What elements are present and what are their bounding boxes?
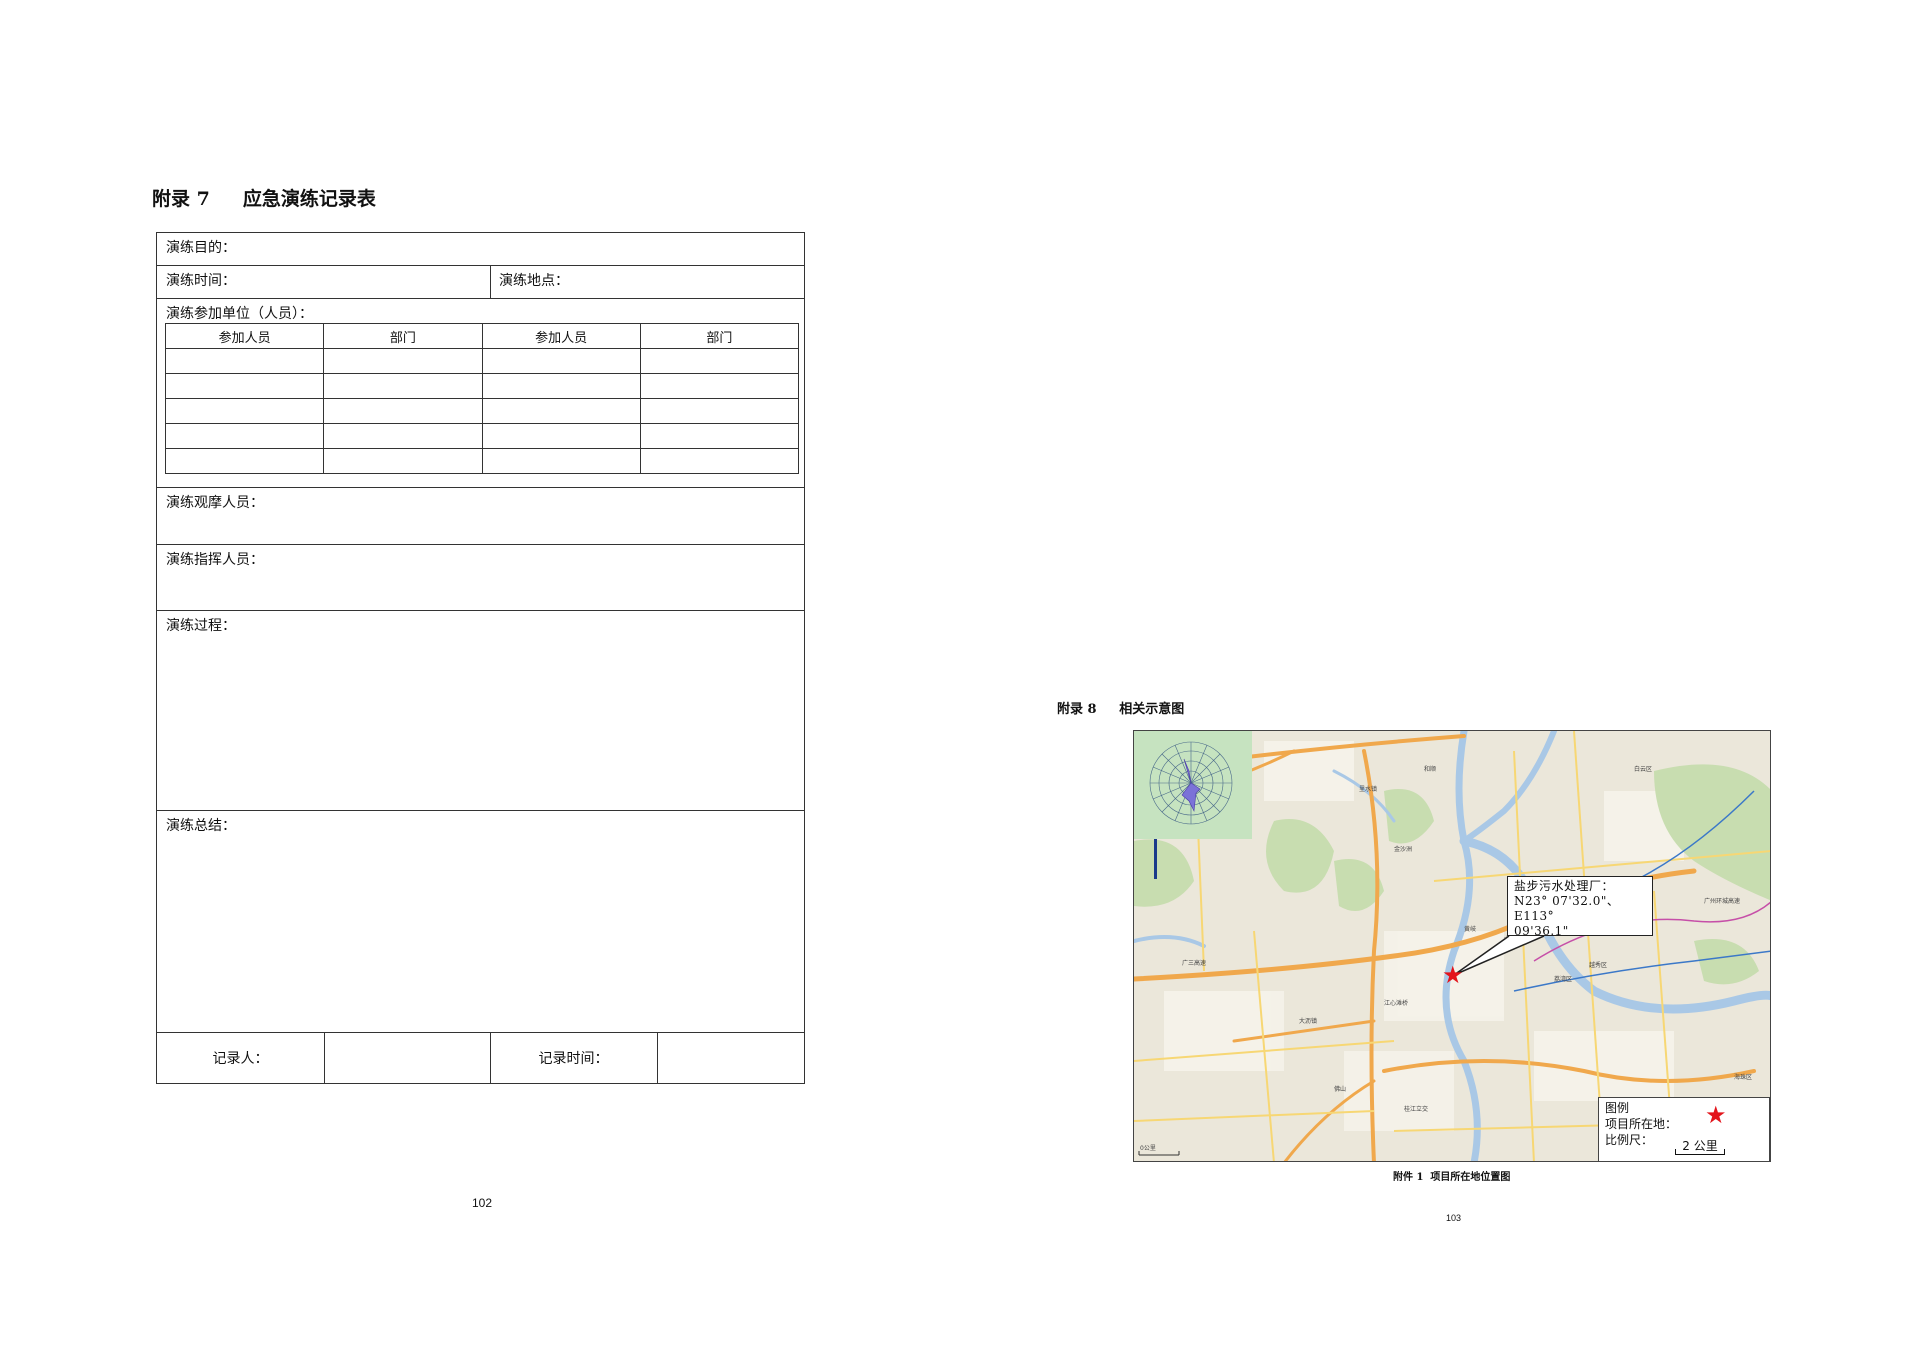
record-footer-row: 记录人： 记录时间： <box>157 1033 804 1083</box>
process-row: 演练过程： <box>157 611 804 811</box>
record-time-label: 记录时间： <box>538 1051 609 1067</box>
location-map: 广三高速 大沥镇 江心滩桥 佛山 桂江立交 荔湾区 越秀区 海珠区 白云区 大坦… <box>1133 730 1771 1162</box>
svg-text:海珠区: 海珠区 <box>1734 1073 1752 1081</box>
svg-text:越秀区: 越秀区 <box>1589 961 1607 969</box>
observers-label: 演练观摩人员： <box>166 495 264 511</box>
svg-text:荔湾区: 荔湾区 <box>1554 975 1572 983</box>
svg-text:广州环城高速: 广州环城高速 <box>1704 897 1740 905</box>
page-number: 103 <box>1446 1213 1462 1223</box>
callout-name: 盐步污水处理厂： <box>1514 879 1615 893</box>
legend-title: 图例 <box>1605 1101 1630 1115</box>
svg-text:广三高速: 广三高速 <box>1182 959 1206 967</box>
time-label: 演练时间： <box>166 273 236 289</box>
figure-caption: 附件 1 项目所在地位置图 <box>1393 1172 1511 1183</box>
divider <box>490 266 491 298</box>
participants-row: 演练参加单位（人员）： 参加人员 部门 参加人员 部门 <box>157 299 804 488</box>
drill-record-form: 演练目的： 演练时间： 演练地点： 演练参加单位（人员）： 参加人员 部门 参加… <box>156 232 805 1084</box>
legend-site: 项目所在地： <box>1605 1117 1678 1131</box>
commanders-row: 演练指挥人员： <box>157 545 804 611</box>
svg-text:江心滩桥: 江心滩桥 <box>1384 999 1408 1007</box>
legend-star-icon: ★ <box>1705 1101 1727 1129</box>
header-participant: 参加人员 <box>481 323 641 349</box>
process-label: 演练过程： <box>166 618 236 634</box>
table-row <box>164 448 800 474</box>
svg-text:大沥镇: 大沥镇 <box>1299 1017 1317 1025</box>
svg-text:黄岐: 黄岐 <box>1464 925 1476 933</box>
participants-table: 参加人员 部门 参加人员 部门 <box>164 323 800 474</box>
svg-text:桂江立交: 桂江立交 <box>1404 1105 1428 1113</box>
table-row <box>164 423 800 449</box>
page-number: 102 <box>472 1196 493 1210</box>
table-header-row: 参加人员 部门 参加人员 部门 <box>164 323 800 349</box>
recorder-label: 记录人： <box>212 1051 269 1067</box>
header-department: 部门 <box>639 323 800 349</box>
header-participant: 参加人员 <box>164 323 325 349</box>
table-row <box>164 373 800 399</box>
site-callout: 盐步污水处理厂： N23° 07'32.0"、E113° 09'36.1" <box>1507 876 1653 938</box>
callout-coords-cont: 09'36.1" <box>1514 924 1569 938</box>
summary-row: 演练总结： <box>157 811 804 1033</box>
legend-scale-bar: 2 公里 <box>1675 1138 1725 1155</box>
header-department: 部门 <box>323 323 483 349</box>
svg-text:白云区: 白云区 <box>1634 765 1652 773</box>
purpose-row: 演练目的： <box>157 233 804 266</box>
location-label: 演练地点： <box>499 273 569 289</box>
units-label: 演练参加单位（人员）： <box>166 306 313 322</box>
map-legend: 图例 项目所在地： 比例尺： ★ 2 公里 <box>1598 1097 1770 1161</box>
svg-text:0公里: 0公里 <box>1140 1145 1156 1152</box>
table-row <box>164 348 800 374</box>
svg-text:佛山: 佛山 <box>1334 1085 1346 1093</box>
site-star-icon: ★ <box>1442 961 1464 989</box>
appendix7-title: 附录 7 应急演练记录表 <box>152 188 376 210</box>
observers-row: 演练观摩人员： <box>157 488 804 545</box>
appendix8-title: 附录 8 相关示意图 <box>1057 702 1185 717</box>
svg-text:金沙洲: 金沙洲 <box>1394 845 1412 853</box>
table-row <box>164 398 800 424</box>
svg-text:里水镇: 里水镇 <box>1359 785 1377 793</box>
callout-coords: N23° 07'32.0"、E113° <box>1514 894 1620 923</box>
time-location-row: 演练时间： 演练地点： <box>157 266 804 299</box>
summary-label: 演练总结： <box>166 818 236 834</box>
purpose-label: 演练目的： <box>166 240 236 256</box>
svg-text:和顺: 和顺 <box>1424 765 1436 773</box>
commanders-label: 演练指挥人员： <box>166 552 264 568</box>
